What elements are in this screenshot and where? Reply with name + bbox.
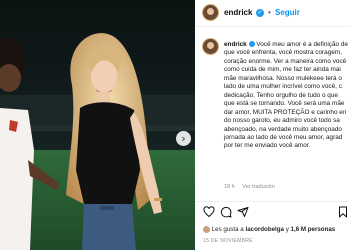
caption-avatar[interactable]: [202, 38, 219, 55]
verified-badge-icon: ✓: [256, 9, 264, 17]
separator-dot: •: [268, 8, 271, 17]
post-date: 15 DE NOVIEMBRE: [203, 238, 253, 244]
verified-badge-icon: [248, 41, 255, 48]
photo-scene: [0, 0, 195, 250]
liker-username[interactable]: lacordobelga: [245, 226, 284, 233]
heart-icon[interactable]: [203, 206, 215, 218]
share-icon[interactable]: [237, 206, 249, 218]
post-panel: endrick ✓ • Seguir endrick Você meu amor…: [195, 0, 350, 250]
liker-avatar: [203, 226, 210, 233]
follow-button[interactable]: Seguir: [275, 8, 300, 17]
caption-block: endrick Você meu amor é a definição de q…: [224, 41, 350, 151]
likes-summary: Les gusta a lacordobelga y 1,6 M persona…: [203, 226, 335, 233]
bookmark-icon[interactable]: [337, 206, 349, 218]
caption-username[interactable]: endrick: [224, 41, 247, 48]
see-translation-link[interactable]: Ver tradución: [242, 184, 274, 190]
caption-body: Você meu amor é a definição de que você …: [224, 41, 348, 150]
likes-count[interactable]: 1,6 M personas: [291, 226, 336, 233]
comment-icon[interactable]: [220, 206, 232, 218]
caption-text: endrick Você meu amor é a definição de q…: [224, 41, 350, 151]
author-avatar[interactable]: [202, 4, 219, 21]
post-photo[interactable]: [0, 0, 195, 250]
likes-connector: y: [285, 226, 289, 234]
caption-meta: 18 h Ver tradución: [224, 184, 275, 190]
next-image-button[interactable]: ›: [176, 131, 191, 146]
post-time-ago: 18 h: [224, 184, 235, 190]
action-bar: [195, 201, 350, 222]
post-header: endrick ✓ • Seguir: [195, 0, 350, 27]
likes-prefix: Les gusta a: [211, 226, 244, 234]
chevron-right-icon: ›: [181, 132, 186, 145]
author-username[interactable]: endrick: [224, 8, 252, 17]
